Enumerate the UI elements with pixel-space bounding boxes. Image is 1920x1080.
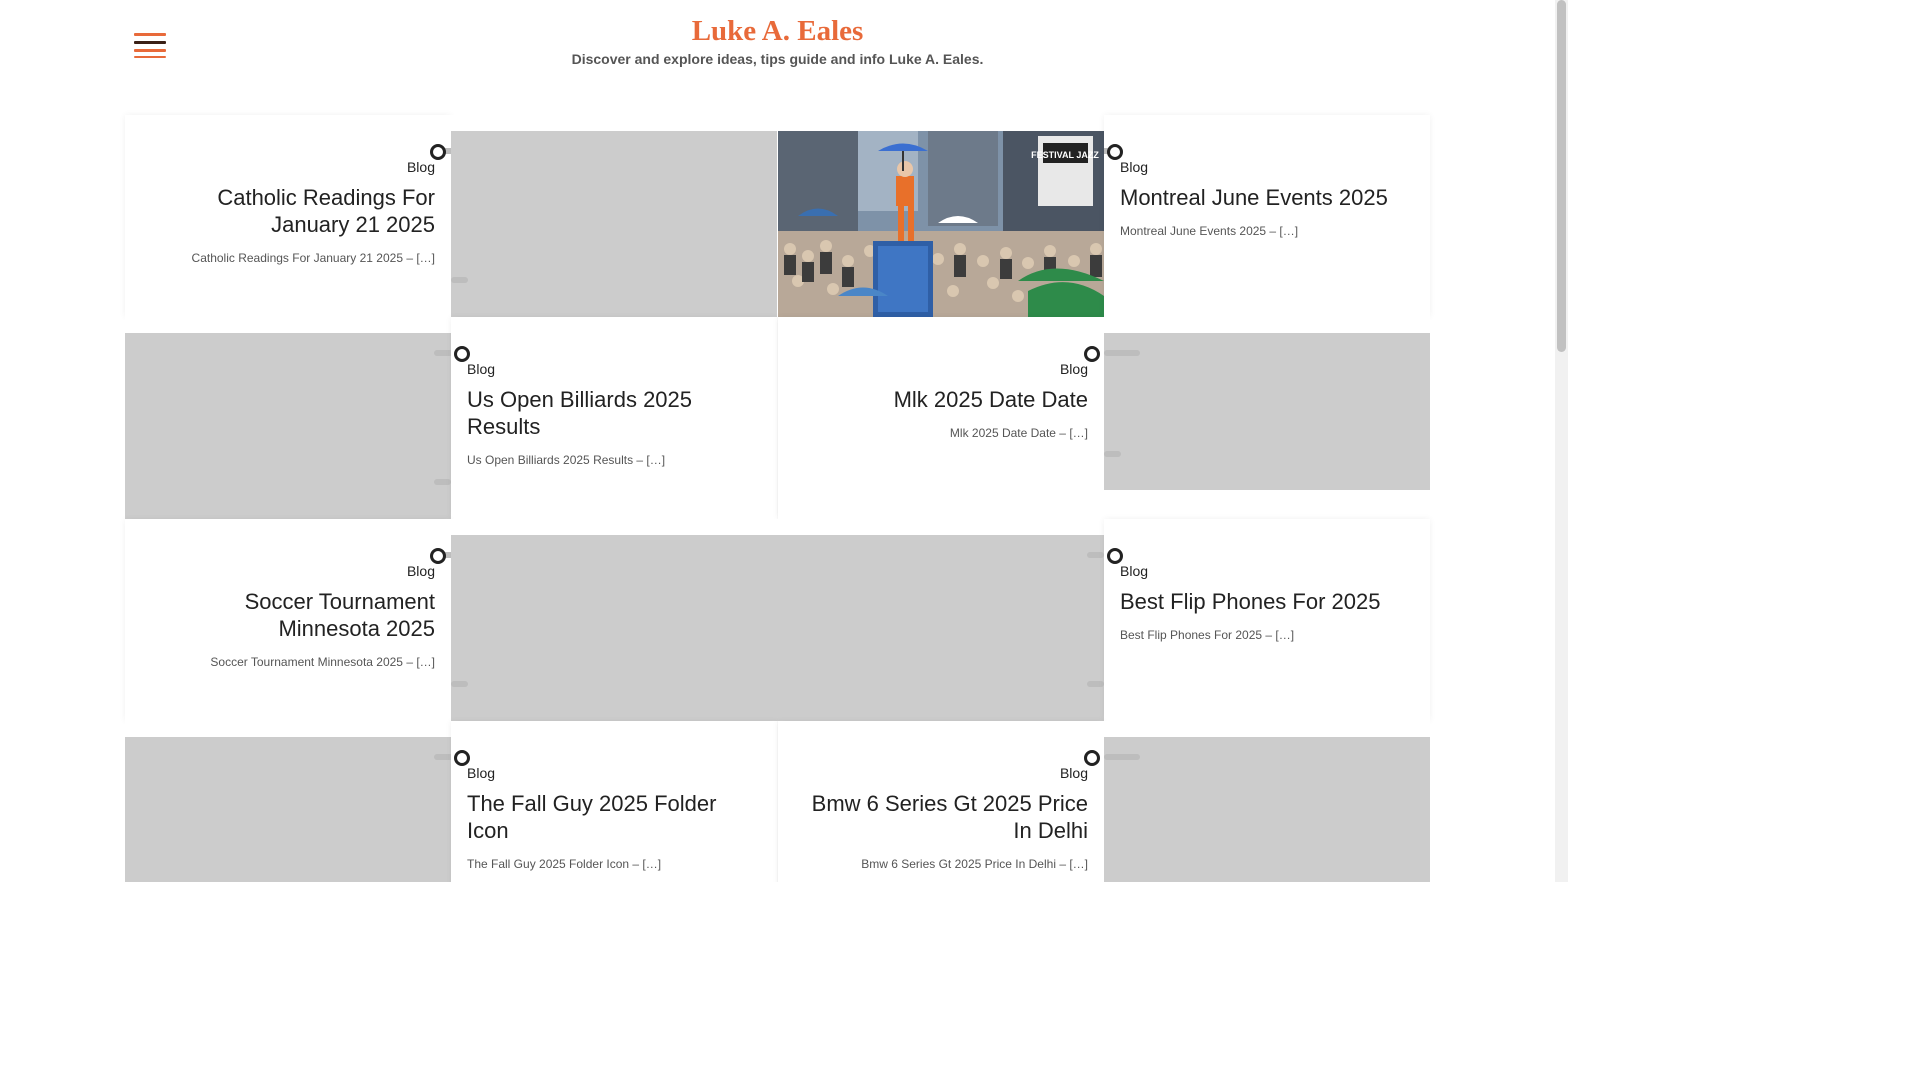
decorative-pill bbox=[434, 479, 451, 485]
site-tagline: Discover and explore ideas, tips guide a… bbox=[571, 51, 984, 67]
post-excerpt: Soccer Tournament Minnesota 2025 – […] bbox=[210, 655, 435, 669]
post-card-mlk-date: Blog Mlk 2025 Date Date Mlk 2025 Date Da… bbox=[778, 317, 1104, 519]
post-category[interactable]: Blog bbox=[1120, 159, 1414, 175]
post-category[interactable]: Blog bbox=[1120, 563, 1414, 579]
post-title[interactable]: Soccer Tournament Minnesota 2025 bbox=[141, 588, 435, 642]
post-excerpt: Best Flip Phones For 2025 – […] bbox=[1120, 628, 1295, 642]
decorative-pill bbox=[434, 350, 451, 356]
post-thumbnail-us-open-billiards[interactable] bbox=[125, 317, 451, 519]
thumbnail-placeholder bbox=[451, 131, 777, 317]
post-thumbnail-fall-guy[interactable] bbox=[125, 721, 451, 882]
decorative-pill bbox=[434, 754, 451, 760]
decorative-pill bbox=[1087, 681, 1104, 687]
post-title[interactable]: The Fall Guy 2025 Folder Icon bbox=[467, 790, 761, 844]
post-category[interactable]: Blog bbox=[467, 765, 761, 781]
decorative-pill bbox=[1104, 754, 1140, 760]
post-thumbnail-mlk-date[interactable] bbox=[1104, 317, 1430, 519]
post-excerpt: Us Open Billiards 2025 Results – […] bbox=[467, 453, 666, 467]
post-thumbnail-bmw-6-series[interactable] bbox=[1104, 721, 1430, 882]
post-category[interactable]: Blog bbox=[141, 563, 435, 579]
post-category[interactable]: Blog bbox=[141, 159, 435, 175]
jazz-festival-photo: FESTIVAL JAZZ bbox=[778, 131, 1104, 317]
post-title[interactable]: Montreal June Events 2025 bbox=[1120, 184, 1414, 211]
page: Luke A. Eales Discover and explore ideas… bbox=[0, 0, 1568, 882]
post-card-fall-guy: Blog The Fall Guy 2025 Folder Icon The F… bbox=[451, 721, 777, 882]
thumbnail-placeholder bbox=[1104, 737, 1430, 882]
post-card-montreal-june: Blog Montreal June Events 2025 Montreal … bbox=[1104, 115, 1430, 317]
post-card-catholic-readings: Blog Catholic Readings For January 21 20… bbox=[125, 115, 451, 317]
post-excerpt: Catholic Readings For January 21 2025 – … bbox=[191, 251, 435, 265]
post-card-soccer-tournament: Blog Soccer Tournament Minnesota 2025 So… bbox=[125, 519, 451, 721]
site-title[interactable]: Luke A. Eales bbox=[0, 15, 1555, 48]
page-scrollbar[interactable] bbox=[1555, 0, 1568, 882]
post-category[interactable]: Blog bbox=[794, 765, 1088, 781]
post-card-us-open-billiards: Blog Us Open Billiards 2025 Results Us O… bbox=[451, 317, 777, 519]
decorative-pill bbox=[1104, 350, 1140, 356]
post-title[interactable]: Catholic Readings For January 21 2025 bbox=[141, 184, 435, 238]
post-category[interactable]: Blog bbox=[467, 361, 761, 377]
post-title[interactable]: Mlk 2025 Date Date bbox=[794, 386, 1088, 413]
post-title[interactable]: Best Flip Phones For 2025 bbox=[1120, 588, 1414, 615]
decorative-pill bbox=[1087, 552, 1104, 558]
decorative-pill bbox=[1104, 451, 1121, 457]
post-title[interactable]: Us Open Billiards 2025 Results bbox=[467, 386, 761, 440]
decorative-pill bbox=[451, 277, 468, 283]
thumbnail-placeholder bbox=[125, 333, 451, 519]
post-thumbnail-catholic-readings[interactable] bbox=[451, 115, 777, 317]
post-thumbnail-montreal-june[interactable]: FESTIVAL JAZZ bbox=[778, 115, 1104, 317]
post-thumbnail-soccer-and-flip-phones[interactable] bbox=[451, 519, 1104, 721]
post-excerpt: Montreal June Events 2025 – […] bbox=[1120, 224, 1299, 238]
decorative-pill bbox=[451, 681, 468, 687]
post-card-bmw-6-series: Blog Bmw 6 Series Gt 2025 Price In Delhi… bbox=[778, 721, 1104, 882]
thumbnail-placeholder bbox=[451, 535, 1104, 721]
post-excerpt: Bmw 6 Series Gt 2025 Price In Delhi – […… bbox=[861, 857, 1088, 871]
thumbnail-placeholder bbox=[1104, 333, 1430, 490]
festival-sign-text: FESTIVAL JAZZ bbox=[1031, 150, 1099, 160]
post-title[interactable]: Bmw 6 Series Gt 2025 Price In Delhi bbox=[794, 790, 1088, 844]
post-card-best-flip-phones: Blog Best Flip Phones For 2025 Best Flip… bbox=[1104, 519, 1430, 721]
scrollbar-thumb[interactable] bbox=[1557, 0, 1566, 352]
thumbnail-placeholder bbox=[125, 737, 451, 882]
post-category[interactable]: Blog bbox=[794, 361, 1088, 377]
post-excerpt: The Fall Guy 2025 Folder Icon – […] bbox=[467, 857, 662, 871]
post-excerpt: Mlk 2025 Date Date – […] bbox=[949, 426, 1088, 440]
